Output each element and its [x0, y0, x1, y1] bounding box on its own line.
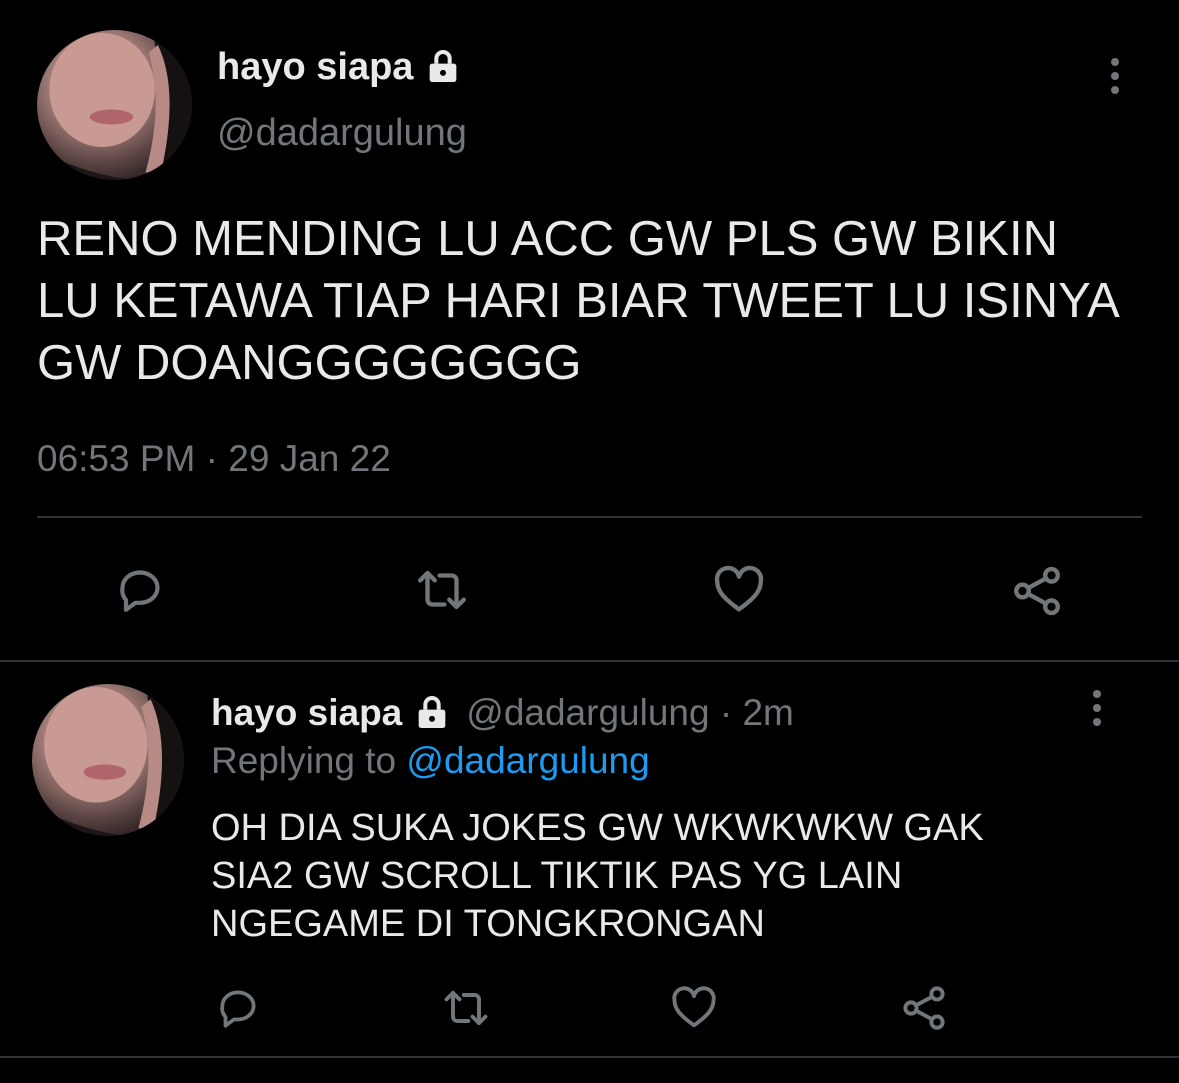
divider: [37, 516, 1142, 518]
lock-icon: [412, 693, 452, 733]
replying-to-handle[interactable]: @dadargulung: [406, 740, 649, 781]
like-button[interactable]: [666, 980, 722, 1036]
tweet-text: RENO MENDING LU ACC GW PLS GW BIKIN LU K…: [37, 212, 1118, 390]
like-icon: [672, 986, 716, 1028]
reply-button[interactable]: [110, 560, 170, 620]
handle[interactable]: @dadargulung: [466, 692, 709, 734]
divider: [0, 660, 1179, 662]
display-name-row: hayo siapa: [217, 44, 463, 90]
reply-icon: [120, 570, 160, 612]
tweet-text: OH DIA SUKA JOKES GW WKWKWKW GAK SIA2 GW…: [211, 807, 984, 945]
divider: [0, 1056, 1179, 1058]
reply-icon: [220, 990, 256, 1028]
relative-time: 2m: [742, 692, 794, 733]
more-options-icon[interactable]: [1110, 58, 1120, 94]
like-button[interactable]: [708, 560, 770, 620]
handle[interactable]: @dadargulung: [217, 110, 467, 156]
time-separator: ·: [709, 692, 743, 733]
share-icon: [1014, 566, 1060, 616]
tweet-date: 29 Jan 22: [228, 438, 391, 479]
retweet-icon: [444, 990, 488, 1026]
replying-to-label: Replying to: [211, 740, 407, 781]
display-name[interactable]: hayo siapa: [211, 692, 402, 734]
display-name[interactable]: hayo siapa: [217, 46, 413, 89]
retweet-icon: [418, 570, 466, 610]
retweet-button[interactable]: [437, 980, 495, 1036]
share-button[interactable]: [1006, 560, 1068, 622]
tweet-time: 06:53 PM: [37, 438, 196, 479]
replying-to-line: Replying to @dadargulung: [211, 738, 650, 784]
more-options-icon[interactable]: [1092, 690, 1102, 726]
timestamp-separator: ·: [195, 438, 229, 479]
lock-icon: [423, 47, 463, 87]
avatar[interactable]: [32, 684, 184, 836]
avatar[interactable]: [37, 30, 192, 180]
reply-button[interactable]: [210, 980, 266, 1036]
timestamp: 06:53 PM · 29 Jan 22: [37, 436, 391, 482]
retweet-button[interactable]: [410, 560, 474, 620]
share-button[interactable]: [896, 980, 952, 1036]
share-icon: [903, 986, 945, 1030]
like-icon: [714, 565, 764, 612]
reply-header: hayo siapa @dadargulung · 2m: [211, 690, 794, 736]
